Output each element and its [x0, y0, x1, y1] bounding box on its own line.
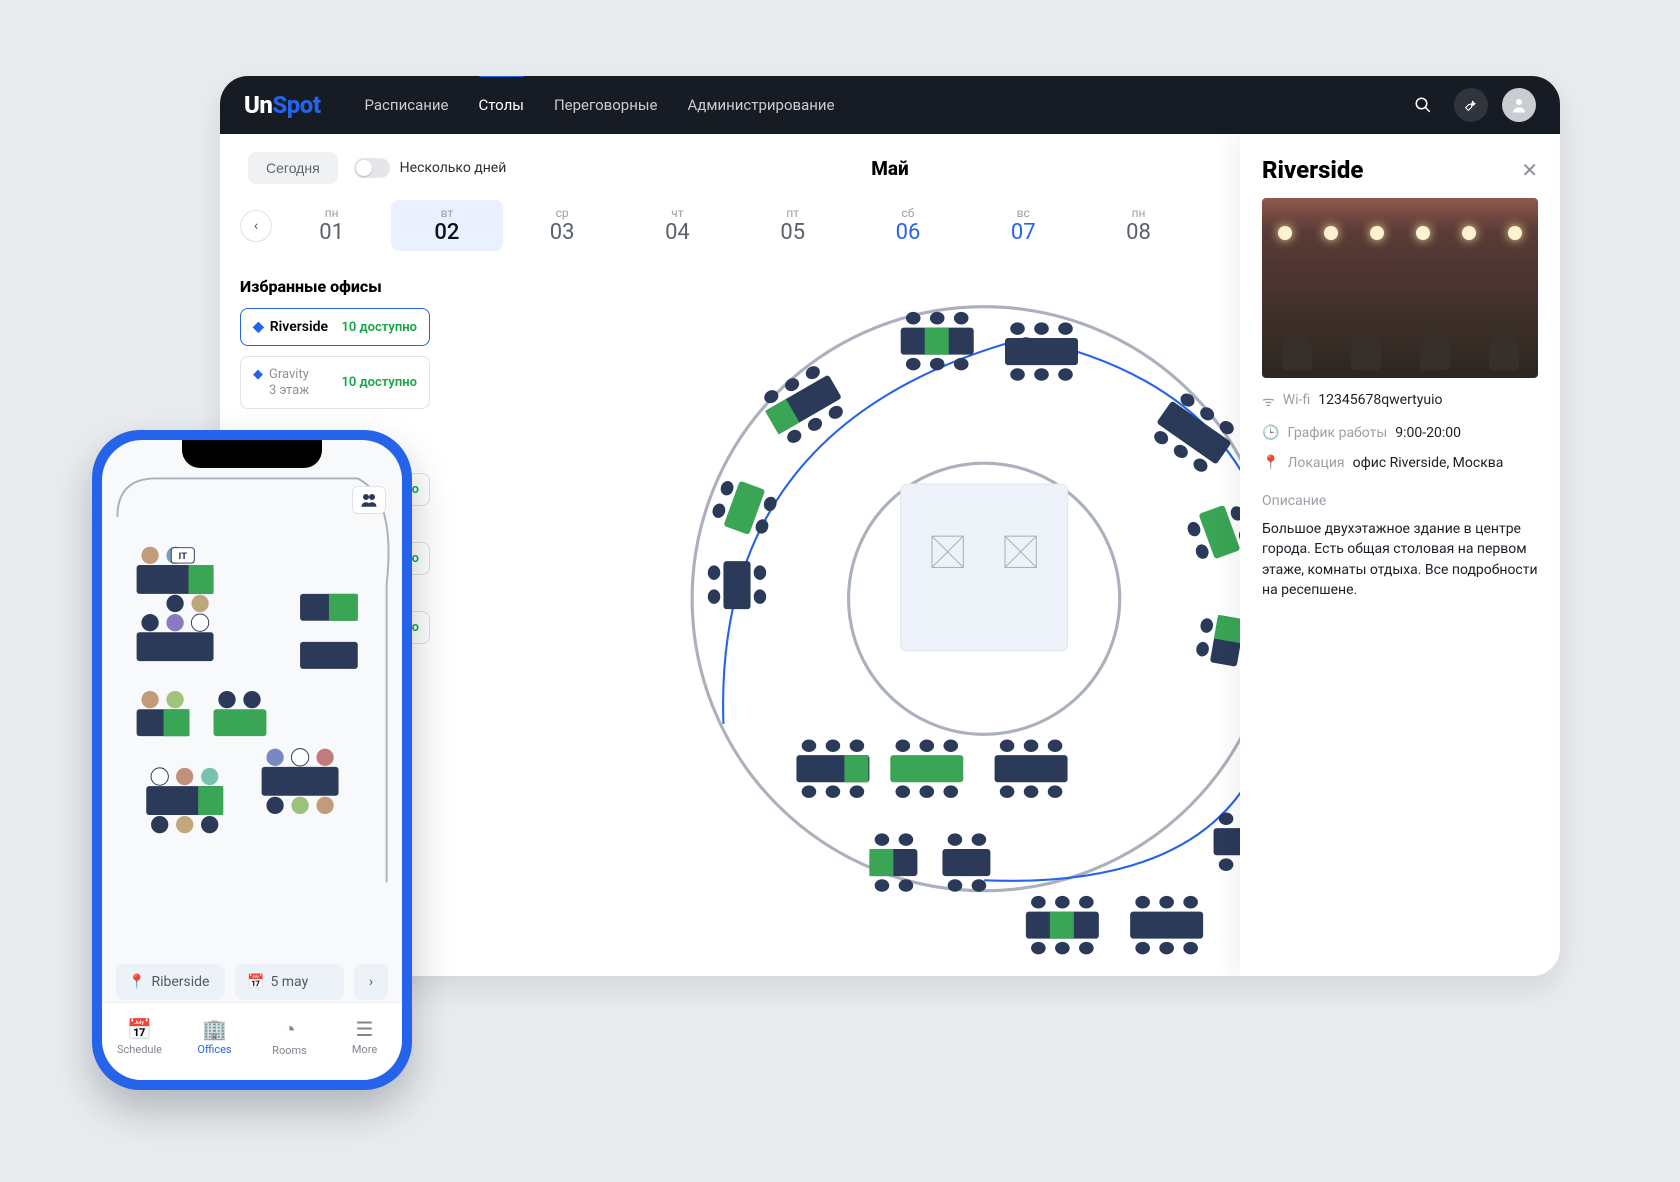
sidebar-title: Избранные офисы: [240, 277, 430, 296]
tab-offices[interactable]: 🏢 Offices: [185, 1017, 245, 1056]
phone-screen: IT: [102, 440, 402, 1080]
office-photo: [1262, 198, 1538, 378]
cluster: [890, 740, 963, 798]
menu-icon: ☰: [335, 1017, 395, 1041]
desktop-app: UnSpot Расписание Столы Переговорные Адм…: [220, 76, 1560, 976]
topbar: UnSpot Расписание Столы Переговорные Адм…: [220, 76, 1560, 134]
details-panel: Riverside ✕ ᯤ Wi-fi 12345678qwertyuio 🕒 …: [1240, 134, 1560, 976]
people-icon: [360, 493, 378, 507]
month-label: Май: [871, 157, 908, 180]
nav-desks[interactable]: Столы: [479, 90, 524, 120]
day-05[interactable]: пт05: [737, 200, 848, 251]
wifi-label: Wi-fi: [1283, 392, 1310, 411]
office-card-riverside[interactable]: ◆Riverside 10 доступно: [240, 308, 430, 346]
office-card-gravity[interactable]: ◆Gravity 3 этаж 10 доступно: [240, 356, 430, 409]
cluster: [995, 740, 1068, 798]
cluster: [869, 833, 917, 891]
desc-title: Описание: [1262, 493, 1538, 509]
pin-icon: ◆: [253, 319, 264, 335]
cluster: [1005, 322, 1078, 380]
day-04[interactable]: чт04: [622, 200, 733, 251]
search-button[interactable]: [1406, 88, 1440, 122]
user-icon: [1510, 96, 1528, 114]
office-avail: 10 доступно: [341, 375, 417, 390]
day-02[interactable]: вт02: [391, 200, 502, 251]
next-chip[interactable]: ›: [354, 964, 388, 1000]
multiday-toggle[interactable]: [354, 158, 390, 178]
phone-chips: 📍 Riberside 📅 5 may ›: [102, 964, 402, 1000]
day-06[interactable]: сб06: [852, 200, 963, 251]
cluster: [901, 312, 974, 370]
location-label: Локация: [1287, 455, 1344, 471]
day-08[interactable]: пн08: [1083, 200, 1194, 251]
calendar-icon: 📅: [247, 974, 264, 990]
logo: UnSpot: [244, 91, 321, 119]
tab-schedule[interactable]: 📅 Schedule: [110, 1017, 170, 1056]
people-filter-button[interactable]: [352, 486, 386, 514]
profile-button[interactable]: [1502, 88, 1536, 122]
day-01[interactable]: пн01: [276, 200, 387, 251]
location-value: офис Riverside, Москва: [1353, 455, 1504, 471]
today-button[interactable]: Сегодня: [248, 152, 338, 184]
location-chip-label: Riberside: [151, 974, 209, 990]
tools-button[interactable]: [1454, 88, 1488, 122]
office-avail: 10 доступно: [341, 320, 417, 335]
tab-rooms[interactable]: ◔ Rooms: [260, 1017, 320, 1057]
wifi-icon: ᯤ: [1262, 392, 1275, 411]
it-badge: IT: [178, 551, 187, 562]
tab-more[interactable]: ☰ More: [335, 1017, 395, 1056]
close-details[interactable]: ✕: [1521, 158, 1538, 182]
topbar-right: [1406, 88, 1536, 122]
pin-icon: 📍: [1262, 455, 1279, 471]
hours-label: График работы: [1287, 425, 1387, 441]
cluster: [1130, 896, 1203, 954]
phone-notch: [182, 440, 322, 468]
cluster: [796, 740, 869, 798]
nav: Расписание Столы Переговорные Администри…: [365, 90, 835, 120]
date-chip-label: 5 may: [270, 974, 308, 990]
prev-week[interactable]: ‹: [240, 210, 272, 242]
cluster: [1026, 896, 1099, 954]
cluster: [757, 361, 849, 448]
nav-rooms[interactable]: Переговорные: [554, 90, 658, 120]
phone-floorplan[interactable]: IT: [102, 440, 402, 940]
nav-admin[interactable]: Администрирование: [687, 90, 834, 120]
door-icon: ◔: [260, 1017, 320, 1042]
building-icon: 🏢: [185, 1017, 245, 1041]
multiday-label: Несколько дней: [400, 160, 507, 176]
tabbar: 📅 Schedule 🏢 Offices ◔ Rooms ☰ More: [102, 1002, 402, 1080]
logo-part2: Spot: [272, 91, 320, 119]
nav-schedule[interactable]: Расписание: [365, 90, 449, 120]
calendar-icon: 📅: [110, 1017, 170, 1041]
location-chip[interactable]: 📍 Riberside: [116, 964, 225, 1000]
date-chip[interactable]: 📅 5 may: [235, 964, 344, 1000]
pin-icon: 📍: [128, 974, 145, 990]
multiday-toggle-wrap: Несколько дней: [354, 158, 507, 178]
details-title: Riverside: [1262, 156, 1363, 184]
cluster: [708, 561, 766, 609]
search-icon: [1414, 96, 1432, 114]
hours-value: 9:00-20:00: [1395, 425, 1461, 441]
day-03[interactable]: ср03: [507, 200, 618, 251]
cluster: [942, 833, 990, 891]
cluster: [709, 475, 780, 540]
clock-icon: 🕒: [1262, 425, 1279, 441]
wrench-icon: [1463, 97, 1479, 113]
phone-mockup: IT: [92, 430, 412, 1090]
day-07[interactable]: вс07: [968, 200, 1079, 251]
wifi-value: 12345678qwertyuio: [1318, 392, 1442, 411]
desc-text: Большое двухэтажное здание в центре горо…: [1262, 519, 1538, 600]
cluster: [1147, 388, 1240, 478]
logo-part1: Un: [244, 91, 272, 119]
pin-icon: ◆: [253, 367, 263, 382]
